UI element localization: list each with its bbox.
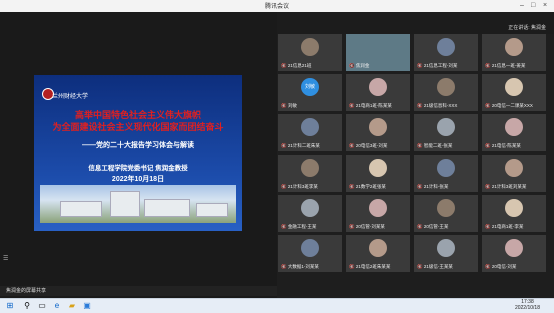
participant-tile[interactable]: 🔇 20电信一二课某XXX [482, 74, 546, 112]
participant-tile[interactable]: 🔇 20信管-王某 [414, 194, 478, 232]
avatar [437, 38, 455, 56]
participant-tile[interactable]: 🔇 21级信-王某某 [414, 235, 478, 272]
university-name: 兰州财经大学 [52, 93, 89, 100]
avatar [505, 239, 523, 257]
participant-header: 正在讲话: 焦润金 [277, 12, 554, 34]
participant-name: 🔇 21信息工程-刘某 [417, 63, 458, 68]
close-icon[interactable]: × [543, 1, 547, 10]
avatar [369, 118, 387, 137]
status-text: 焦润金的屏幕共享 [6, 288, 47, 294]
presentation-slide: 兰州财经大学 高举中国特色社会主义伟大旗帜 为全面建设社会主义现代化国家而团结奋… [34, 75, 242, 231]
avatar [505, 118, 523, 137]
slide-date: 2022年10月18日 [111, 176, 165, 183]
participant-tile[interactable]: 刘敏 🔇 刘敏 [278, 74, 342, 112]
slide-title-line2: 为全面建设社会主义现代化国家而团结奋斗 [52, 123, 224, 133]
avatar [505, 38, 523, 56]
participant-name: 🔇 21电信-陈某某 [485, 143, 521, 149]
participant-tile[interactable]: 🔇 21电商1班-陈某某 [346, 74, 410, 112]
maximize-icon[interactable]: □ [531, 1, 535, 10]
folder-icon[interactable]: ▰ [67, 301, 77, 311]
participant-name: 🔇 20电信一二课某XXX [485, 103, 533, 109]
participant-tile[interactable]: 🔇 智能二班-张某 [414, 114, 478, 152]
participant-name: 🔇 20电信-刘某 [485, 264, 517, 269]
participant-name: 🔇 21信息21班 [281, 63, 312, 68]
shared-screen: 兰州财经大学 高举中国特色社会主义伟大旗帜 为全面建设社会主义现代化国家而团结奋… [0, 12, 277, 298]
browser-icon[interactable]: e [52, 301, 62, 311]
speaker-info: 正在讲话: 焦润金 [508, 25, 546, 31]
participant-tile[interactable]: 🔇 21电商1班-李某 [482, 194, 546, 232]
participant-tile[interactable]: 🔇 21计科3班李某 [278, 154, 342, 192]
taskview-icon[interactable]: ▭ [37, 301, 47, 311]
avatar [437, 239, 455, 257]
minimize-icon[interactable]: – [520, 1, 524, 10]
participant-name: 🔇 21计科3班刘某某 [485, 183, 527, 189]
participant-tile[interactable]: 🔇 20电信-刘某 [482, 235, 546, 272]
status-bar: 焦润金的屏幕共享 [0, 286, 277, 296]
meeting-icon[interactable]: ▣ [82, 301, 92, 311]
participant-tile[interactable]: 🔇 20信管-刘某某 [346, 194, 410, 232]
slide-author: 信息工程学院党委书记 焦润金教授 [88, 165, 188, 172]
window-title: 腾讯会议 [264, 4, 289, 10]
participant-name: 🔇 21计科-张某 [417, 183, 449, 189]
avatar [301, 118, 319, 137]
avatar [301, 38, 319, 56]
avatar [369, 198, 387, 217]
participant-name: 🔇 21级信-王某某 [417, 264, 453, 269]
participant-tile[interactable]: 🔇 20电信3班-刘某 [346, 114, 410, 152]
clock-date: 2022/10/18 [514, 305, 540, 311]
participant-grid: 🔇 21信息21班 🔇 焦润金 🔇 21信息工程-刘某 🔇 21信息一班-姜某刘敏 🔇 … [278, 34, 552, 296]
avatar [301, 239, 319, 257]
participant-name: 🔇 20电信3班-刘某 [349, 143, 388, 149]
participant-name: 🔇 20信管-王某 [417, 223, 449, 229]
participant-name: 🔇 20信管-刘某某 [349, 223, 385, 229]
avatar [437, 118, 455, 137]
participant-tile[interactable]: 🔇 21电信2班朱某某 [346, 235, 410, 272]
participant-tile[interactable]: 🔇 21计科3班刘某某 [482, 154, 546, 192]
participant-name: 🔇 21计科3班李某 [281, 183, 318, 189]
participant-name: 🔇 21级信息科-XXX [417, 103, 458, 109]
participant-name: 🔇 智能二班-张某 [417, 143, 453, 149]
participant-name: 🔇 21电信2班朱某某 [349, 264, 391, 269]
slide-subtitle: ——党的二十大报告学习体会与解读 [82, 142, 194, 149]
participant-tile[interactable]: 🔇 21电信-陈某某 [482, 114, 546, 152]
avatar [505, 198, 523, 217]
participant-name: 🔇 金融工程-王某 [281, 223, 317, 229]
participant-name: 🔇 大数据1-刘某某 [281, 264, 319, 269]
avatar: 刘敏 [301, 78, 319, 97]
campus-image [40, 185, 236, 223]
taskbar: ⊞ ⚲ ▭ e ▰ ▣ 17:38 2022/10/18 [0, 298, 554, 313]
participant-tile[interactable]: 🔇 21级信息科-XXX [414, 74, 478, 112]
avatar [505, 78, 523, 97]
avatar [437, 198, 455, 217]
participant-name: 🔇 21信息一班-姜某 [485, 63, 526, 68]
participant-name: 🔇 焦润金 [349, 63, 370, 68]
participant-name: 🔇 21计科二班朱某 [281, 143, 320, 149]
participant-tile[interactable]: 🔇 金融工程-王某 [278, 194, 342, 232]
avatar [369, 239, 387, 257]
participant-tile[interactable]: 🔇 焦润金 [346, 34, 410, 71]
participant-name: 🔇 刘敏 [281, 103, 297, 109]
participant-tile[interactable]: 🔇 21数学2班张某 [346, 154, 410, 192]
avatar [369, 78, 387, 97]
participant-name: 🔇 21电商1班-李某 [485, 223, 524, 229]
participant-tile[interactable]: 🔇 21信息工程-刘某 [414, 34, 478, 71]
start-icon[interactable]: ⊞ [5, 301, 15, 311]
avatar [301, 198, 319, 217]
participant-tile[interactable]: 🔇 21计科-张某 [414, 154, 478, 192]
avatar [437, 78, 455, 97]
participant-tile[interactable]: 🔇 21信息一班-姜某 [482, 34, 546, 71]
participant-name: 🔇 21电商1班-陈某某 [349, 103, 392, 109]
avatar [301, 158, 319, 177]
participant-tile[interactable]: 🔇 21计科二班朱某 [278, 114, 342, 152]
participant-tile[interactable]: 🔇 大数据1-刘某某 [278, 235, 342, 272]
avatar [505, 158, 523, 177]
clock: 17:38 2022/10/18 [515, 299, 540, 311]
panel-toggle-icon[interactable]: ☰ [3, 255, 8, 262]
search-icon[interactable]: ⚲ [22, 301, 32, 311]
avatar [437, 158, 455, 177]
avatar [369, 158, 387, 177]
participant-name: 🔇 21数学2班张某 [349, 183, 386, 189]
participant-tile[interactable]: 🔇 21信息21班 [278, 34, 342, 71]
